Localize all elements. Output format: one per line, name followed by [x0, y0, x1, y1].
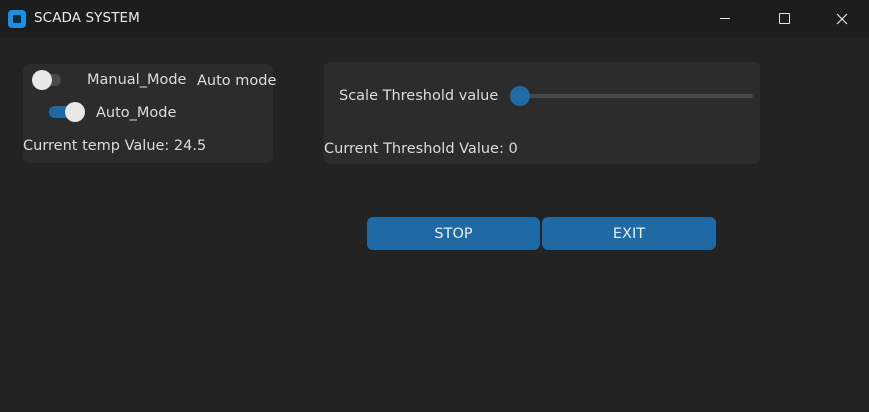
auto-mode-label[interactable]: Auto_Mode	[96, 105, 176, 121]
stop-button[interactable]: STOP	[367, 217, 540, 250]
minimize-button[interactable]	[702, 0, 748, 37]
minimize-icon	[720, 18, 730, 19]
threshold-slider[interactable]	[510, 86, 753, 106]
app-icon	[8, 10, 26, 28]
mode-status-label: Auto mode	[197, 73, 277, 89]
close-icon	[836, 13, 848, 24]
title-bar: SCADA SYSTEM	[0, 0, 869, 37]
manual-mode-label[interactable]: Manual_Mode	[87, 72, 186, 88]
current-threshold-label: Current Threshold Value: 0	[324, 141, 518, 157]
exit-button[interactable]: EXIT	[542, 217, 716, 250]
current-temp-label: Current temp Value: 24.5	[23, 138, 207, 154]
auto-mode-switch[interactable]	[49, 102, 85, 122]
maximize-icon	[778, 13, 790, 24]
close-button[interactable]	[819, 0, 865, 37]
maximize-button[interactable]	[761, 0, 807, 37]
scale-threshold-label: Scale Threshold value	[339, 88, 499, 104]
manual-mode-switch[interactable]	[32, 70, 61, 90]
window-title: SCADA SYSTEM	[34, 10, 140, 26]
switch-knob	[32, 70, 52, 90]
slider-handle[interactable]	[510, 86, 530, 106]
switch-knob	[65, 102, 85, 122]
